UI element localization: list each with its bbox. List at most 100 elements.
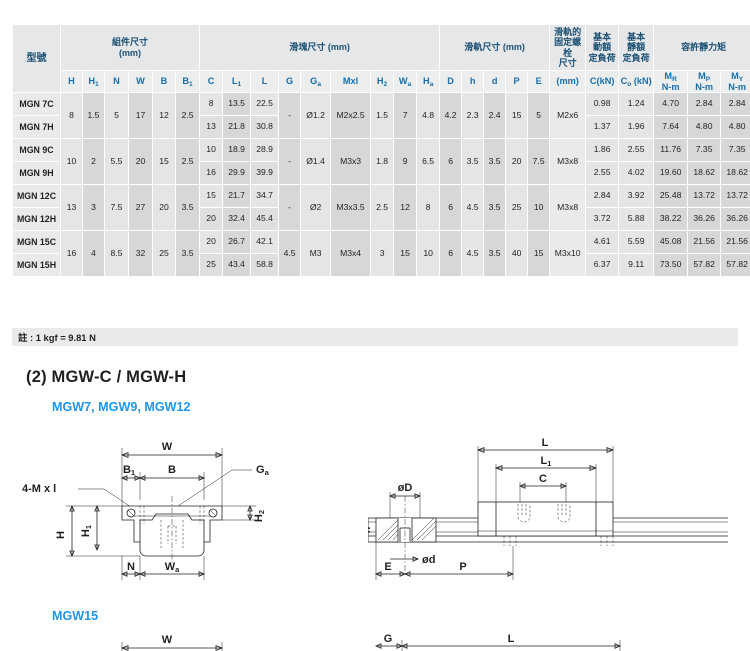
table-sub-header-row: H H1 N W B B1 C L1 L G Ga Mxl H2 Wa Ha D… — [13, 69, 750, 94]
cell-B: 20 — [152, 184, 176, 232]
cell-MY: 21.56 — [720, 230, 750, 255]
cell-C-kN: 3.72 — [585, 207, 620, 232]
cell-Ga: Ø1.2 — [300, 92, 332, 140]
cell-MR: 7.64 — [653, 115, 689, 140]
header-model: 型號 — [12, 23, 61, 94]
header-group-static-moment: 容許靜力矩 — [653, 24, 750, 71]
cell-W: 20 — [128, 138, 153, 186]
label-W-mgw15: W — [162, 634, 173, 646]
cell-G: - — [278, 184, 302, 232]
cell-H2: 2.5 — [370, 184, 395, 232]
cell-MR: 11.76 — [653, 138, 689, 163]
cell-L1: 13.5 — [222, 92, 252, 117]
cell-G: 4.5 — [278, 230, 302, 278]
cell-B: 25 — [152, 230, 176, 278]
subheader-C0-kN: Co (kN) — [618, 69, 655, 94]
row-model: MGN 9C — [12, 138, 61, 163]
datasheet-page: 型號 組件尺寸 (mm) 滑塊尺寸 (mm) 滑軌尺寸 (mm) 滑軌的 固定螺… — [0, 0, 750, 651]
cell-N: 7.5 — [104, 184, 129, 232]
cell-N: 8.5 — [104, 230, 129, 278]
drawing-front-view-mgw15: W — [16, 622, 296, 651]
header-group-dynamic-load: 基本 動額 定負荷 — [585, 24, 620, 71]
cell-D: 6 — [439, 184, 463, 232]
cell-rail-bolt: M3x10 — [549, 230, 587, 278]
label-G-mgw15: G — [384, 633, 393, 645]
header-sta-l3: 定負荷 — [622, 52, 650, 63]
cell-H1: 4 — [82, 230, 105, 278]
cell-h: 2.3 — [461, 92, 485, 140]
subheader-H1: H1 — [82, 69, 105, 94]
header-group-static-load: 基本 靜額 定負荷 — [618, 24, 655, 71]
cell-C-kN: 6.37 — [585, 253, 620, 278]
cell-P: 15 — [505, 92, 529, 140]
subheader-E: E — [527, 69, 551, 94]
cell-MP: 57.82 — [687, 253, 722, 278]
cell-Wa: 12 — [393, 184, 418, 232]
subheader-MP: MP N-m — [687, 69, 722, 94]
cell-C0-kN: 5.88 — [618, 207, 655, 232]
cell-Wa: 7 — [393, 92, 418, 140]
cell-h: 4.5 — [461, 230, 485, 278]
label-W: W — [162, 441, 173, 453]
table-group-header-row: 型號 組件尺寸 (mm) 滑塊尺寸 (mm) 滑軌尺寸 (mm) 滑軌的 固定螺… — [12, 23, 750, 94]
label-B1: B1 — [123, 464, 135, 477]
cell-MY: 7.35 — [720, 138, 750, 163]
cell-L: 22.5 — [250, 92, 280, 117]
cell-L: 39.9 — [250, 161, 280, 186]
header-dyn-l1: 基本 — [593, 31, 612, 42]
row-model: MGN 7C — [12, 92, 61, 117]
subheader-Ga: Ga — [300, 69, 332, 94]
cell-C0-kN: 2.55 — [618, 138, 655, 163]
subheader-MP-sym: MP — [698, 71, 711, 83]
cell-C: 13 — [199, 115, 224, 140]
cell-h: 3.5 — [461, 138, 485, 186]
cell-P: 20 — [505, 138, 529, 186]
cell-W: 17 — [128, 92, 153, 140]
cell-MY: 57.82 — [720, 253, 750, 278]
cell-C: 16 — [199, 161, 224, 186]
cell-d: 3.5 — [483, 230, 507, 278]
subheader-Wa: Wa — [393, 69, 418, 94]
label-H1: H1 — [80, 525, 93, 537]
cell-C: 20 — [199, 230, 224, 255]
header-dyn-l2: 動額 — [593, 42, 612, 53]
cell-MY: 18.62 — [720, 161, 750, 186]
cell-MP: 36.26 — [687, 207, 722, 232]
specification-table-container: 型號 組件尺寸 (mm) 滑塊尺寸 (mm) 滑軌尺寸 (mm) 滑軌的 固定螺… — [12, 23, 750, 278]
cell-H2: 1.8 — [370, 138, 395, 186]
cell-C0-kN: 3.92 — [618, 184, 655, 209]
cell-d: 2.4 — [483, 92, 507, 140]
header-sta-l2: 靜額 — [627, 42, 646, 53]
cell-C0-kN: 9.11 — [618, 253, 655, 278]
cell-L: 30.8 — [250, 115, 280, 140]
cell-G: - — [278, 138, 302, 186]
label-L: L — [542, 437, 549, 449]
table-row: MGN 12C 13 3 7.5 27 20 3.5 15 21.7 34.7 … — [12, 184, 750, 232]
cell-C0-kN: 4.02 — [618, 161, 655, 186]
cell-MY: 36.26 — [720, 207, 750, 232]
cell-C0-kN: 5.59 — [618, 230, 655, 255]
subheader-H: H — [60, 69, 83, 94]
cell-Mxl: M3x3 — [330, 138, 372, 186]
cell-L1: 21.8 — [222, 115, 252, 140]
cell-MR: 19.60 — [653, 161, 689, 186]
cell-B1: 3.5 — [174, 184, 201, 232]
header-group-assembly: 組件尺寸 (mm) — [59, 24, 201, 71]
cell-Ha: 8 — [416, 184, 441, 232]
cell-B: 12 — [152, 92, 176, 140]
cell-Ga: Ø1.4 — [300, 138, 332, 186]
cell-rail-bolt: M3x8 — [549, 138, 587, 186]
cell-G: - — [278, 92, 302, 140]
cell-L1: 43.4 — [222, 253, 252, 278]
table-footnote: 註 : 1 kgf = 9.81 N — [12, 328, 738, 346]
header-dyn-l3: 定負荷 — [588, 52, 616, 63]
cell-C: 10 — [199, 138, 224, 163]
cell-C-kN: 1.37 — [585, 115, 620, 140]
header-group-rail: 滑軌尺寸 (mm) — [439, 24, 551, 71]
label-E: E — [384, 561, 391, 573]
cell-rail-bolt: M2x6 — [549, 92, 587, 140]
cell-Mxl: M3x4 — [330, 230, 372, 278]
subheader-N: N — [104, 69, 129, 94]
cell-L1: 32.4 — [222, 207, 252, 232]
cell-L1: 26.7 — [222, 230, 252, 255]
